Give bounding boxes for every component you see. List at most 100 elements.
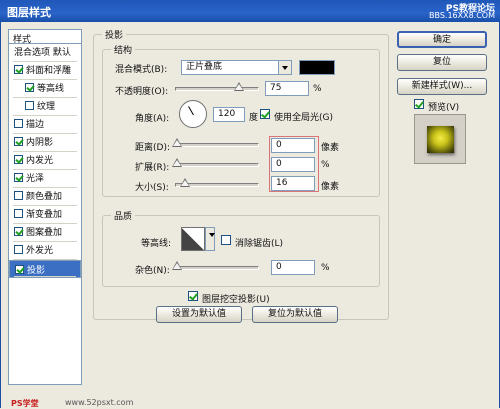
opacity-input[interactable]: 75 [265, 81, 309, 96]
noise-label: 杂色(N): [135, 266, 170, 276]
noise-input[interactable]: 0 [271, 260, 315, 275]
style-item-checkbox[interactable] [14, 191, 23, 200]
spread-input[interactable]: 0 [271, 157, 315, 172]
noise-slider[interactable] [172, 261, 259, 270]
style-list: 样式 混合选项 默认 斜面和浮雕等高线纹理描边内阴影内发光光泽颜色叠加渐变叠加图案… [8, 29, 82, 385]
spread-slider-thumb[interactable] [172, 158, 182, 167]
style-list-item[interactable]: 斜面和浮雕 [9, 62, 81, 80]
footer-watermark: PS学堂 www.52psxt.com [1, 398, 500, 408]
style-item-label: 描边 [26, 120, 45, 130]
distance-input[interactable]: 0 [271, 138, 315, 153]
shadow-color-swatch[interactable] [299, 60, 335, 75]
style-list-item[interactable]: 颜色叠加 [9, 188, 81, 206]
angle-dial[interactable] [179, 100, 207, 128]
anti-alias-checkbox[interactable] [221, 235, 231, 245]
preview-label: 预览(V) [428, 103, 460, 113]
style-list-item[interactable]: 外发光 [9, 242, 81, 260]
quality-legend: 品质 [111, 209, 136, 222]
style-item-checkbox[interactable] [14, 137, 23, 146]
opacity-slider-thumb[interactable] [234, 82, 244, 91]
title-bar: 图层样式 PS教程论坛 BBS.16XX8.COM [0, 0, 500, 22]
style-list-item[interactable]: 描边 [9, 116, 81, 134]
style-item-checkbox[interactable] [14, 173, 23, 182]
watermark-url: BBS.16XX8.COM [428, 11, 495, 20]
distance-slider-thumb[interactable] [172, 138, 182, 147]
style-list-item[interactable]: 等高线 [9, 80, 81, 98]
opacity-slider[interactable] [175, 82, 259, 91]
style-list-item[interactable]: 投影 [9, 260, 81, 278]
style-item-divider [14, 276, 76, 277]
size-unit: 像素 [321, 182, 340, 192]
style-item-label: 颜色叠加 [26, 192, 63, 202]
dialog-body: 样式 混合选项 默认 斜面和浮雕等高线纹理描边内阴影内发光光泽颜色叠加渐变叠加图案… [0, 22, 500, 408]
style-list-item[interactable]: 纹理 [9, 98, 81, 116]
spread-unit: % [321, 160, 330, 170]
contour-label: 等高线: [141, 239, 172, 249]
new-style-button[interactable]: 新建样式(W)... [397, 78, 487, 95]
style-item-checkbox[interactable] [14, 245, 23, 254]
style-item-checkbox[interactable] [14, 227, 23, 236]
opacity-unit: % [313, 84, 322, 94]
contour-picker[interactable] [181, 227, 205, 251]
spread-label: 扩展(R): [135, 163, 170, 173]
distance-unit: 像素 [321, 143, 340, 153]
style-item-label: 光泽 [26, 174, 45, 184]
style-item-checkbox[interactable] [14, 209, 23, 218]
size-slider-thumb[interactable] [180, 178, 190, 187]
angle-label: 角度(A): [135, 114, 170, 124]
reset-default-button[interactable]: 复位为默认值 [252, 306, 338, 323]
style-item-checkbox[interactable] [15, 265, 24, 274]
style-item-checkbox[interactable] [14, 65, 23, 74]
style-item-label: 内阴影 [26, 138, 54, 148]
global-light-checkbox[interactable] [260, 109, 270, 119]
style-list-item[interactable]: 内发光 [9, 152, 81, 170]
anti-alias-label: 消除锯齿(L) [235, 239, 284, 249]
size-slider[interactable] [175, 178, 259, 187]
size-input[interactable]: 16 [271, 176, 315, 191]
style-list-item[interactable]: 混合选项 默认 [9, 44, 81, 62]
style-item-label: 纹理 [37, 102, 56, 112]
structure-legend: 结构 [111, 43, 136, 56]
set-default-button[interactable]: 设置为默认值 [156, 306, 242, 323]
contour-dropdown[interactable] [205, 227, 215, 251]
structure-group: 结构 混合模式(B): 正片叠底 不透明度(O): 75 % 角度(A): 12… [102, 43, 380, 197]
style-item-checkbox[interactable] [25, 83, 34, 92]
angle-unit: 度 [249, 113, 259, 123]
blend-mode-dropdown[interactable] [278, 60, 292, 75]
preview-checkbox[interactable] [414, 99, 424, 109]
knockout-checkbox[interactable] [188, 291, 198, 301]
angle-input[interactable]: 120 [213, 107, 245, 122]
style-item-label: 图案叠加 [26, 228, 63, 238]
style-item-checkbox[interactable] [14, 155, 23, 164]
knockout-label: 图层挖空投影(U) [202, 295, 270, 305]
style-item-checkbox[interactable] [14, 119, 23, 128]
ok-button[interactable]: 确定 [397, 31, 487, 48]
style-preview-swatch [427, 126, 454, 153]
drop-shadow-group: 投影 结构 混合模式(B): 正片叠底 不透明度(O): 75 % 角度(A):… [93, 28, 389, 323]
style-item-checkbox[interactable] [25, 101, 34, 110]
opacity-label: 不透明度(O): [115, 87, 169, 97]
drop-shadow-title: 投影 [102, 28, 127, 41]
noise-slider-thumb[interactable] [172, 261, 182, 270]
style-list-item[interactable]: 光泽 [9, 170, 81, 188]
style-list-item[interactable]: 渐变叠加 [9, 206, 81, 224]
style-item-label: 外发光 [26, 246, 54, 256]
blend-mode-select[interactable]: 正片叠底 [181, 60, 279, 75]
watermark-ps-xuetang: PS学堂 [11, 399, 39, 408]
noise-unit: % [321, 263, 330, 273]
reset-button[interactable]: 复位 [397, 54, 487, 71]
watermark-site: www.52psxt.com [65, 398, 134, 407]
style-preview-thumbnail [414, 114, 466, 164]
style-item-label: 内发光 [26, 156, 54, 166]
angle-dial-needle [188, 106, 194, 116]
spread-slider[interactable] [172, 158, 259, 167]
style-item-label: 等高线 [37, 84, 65, 94]
style-item-label: 渐变叠加 [26, 210, 63, 220]
distance-slider[interactable] [172, 138, 259, 147]
style-item-label: 投影 [27, 266, 46, 276]
style-list-item[interactable]: 内阴影 [9, 134, 81, 152]
style-list-header: 样式 [9, 30, 81, 45]
distance-label: 距离(D): [135, 143, 170, 153]
style-list-item[interactable]: 图案叠加 [9, 224, 81, 242]
blend-mode-label: 混合模式(B): [115, 65, 168, 75]
